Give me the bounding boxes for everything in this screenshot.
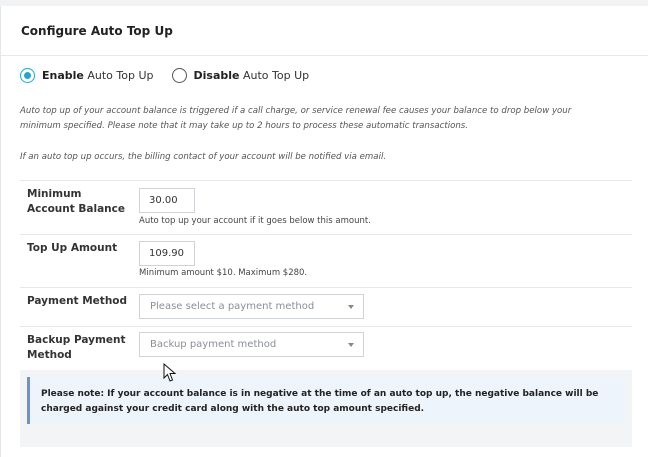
enable-label[interactable]: Enable Auto Top Up [42,69,154,82]
alert-container: Please note: If your account balance is … [20,370,632,447]
top-up-row: Top Up Amount Minimum amount $10. Maximu… [20,234,632,287]
auto-top-up-mode: Enable Auto Top Up Disable Auto Top Up [20,68,327,83]
chevron-down-icon [348,343,354,347]
panel-header: Configure Auto Top Up [1,6,648,56]
min-balance-label: Minimum Account Balance [27,188,126,215]
backup-select[interactable]: Backup payment method [139,332,364,357]
payment-placeholder: Please select a payment method [150,301,315,312]
chevron-down-icon [348,305,354,309]
min-balance-help: Auto top up your account if it goes belo… [139,216,371,226]
top-up-help: Minimum amount $10. Maximum $280. [139,268,308,278]
top-up-form: Minimum Account Balance Auto top up your… [20,180,632,370]
disable-option[interactable]: Disable Auto Top Up [171,68,310,83]
disable-radio[interactable] [171,68,187,83]
backup-placeholder: Backup payment method [150,339,277,350]
payment-select[interactable]: Please select a payment method [139,294,364,319]
backup-row: Backup Payment Method Backup payment met… [20,326,632,370]
panel-title: Configure Auto Top Up [21,23,173,38]
mouse-cursor-icon [163,363,177,382]
min-balance-input[interactable] [139,188,195,213]
top-up-input[interactable] [139,241,195,266]
notification-note: If an auto top up occurs, the billing co… [20,152,387,162]
backup-label: Backup Payment Method [27,334,126,361]
min-balance-row: Minimum Account Balance Auto top up your… [20,180,632,234]
payment-label: Payment Method [27,295,128,307]
negative-balance-alert: Please note: If your account balance is … [27,377,625,424]
payment-row: Payment Method Please select a payment m… [20,287,632,326]
enable-radio[interactable] [20,68,35,83]
top-up-label: Top Up Amount [27,242,118,254]
enable-option[interactable]: Enable Auto Top Up [20,68,154,83]
trigger-note: Auto top up of your account balance is t… [20,106,572,131]
alert-text: Please note: If your account balance is … [41,389,599,414]
disable-label[interactable]: Disable Auto Top Up [194,69,310,82]
